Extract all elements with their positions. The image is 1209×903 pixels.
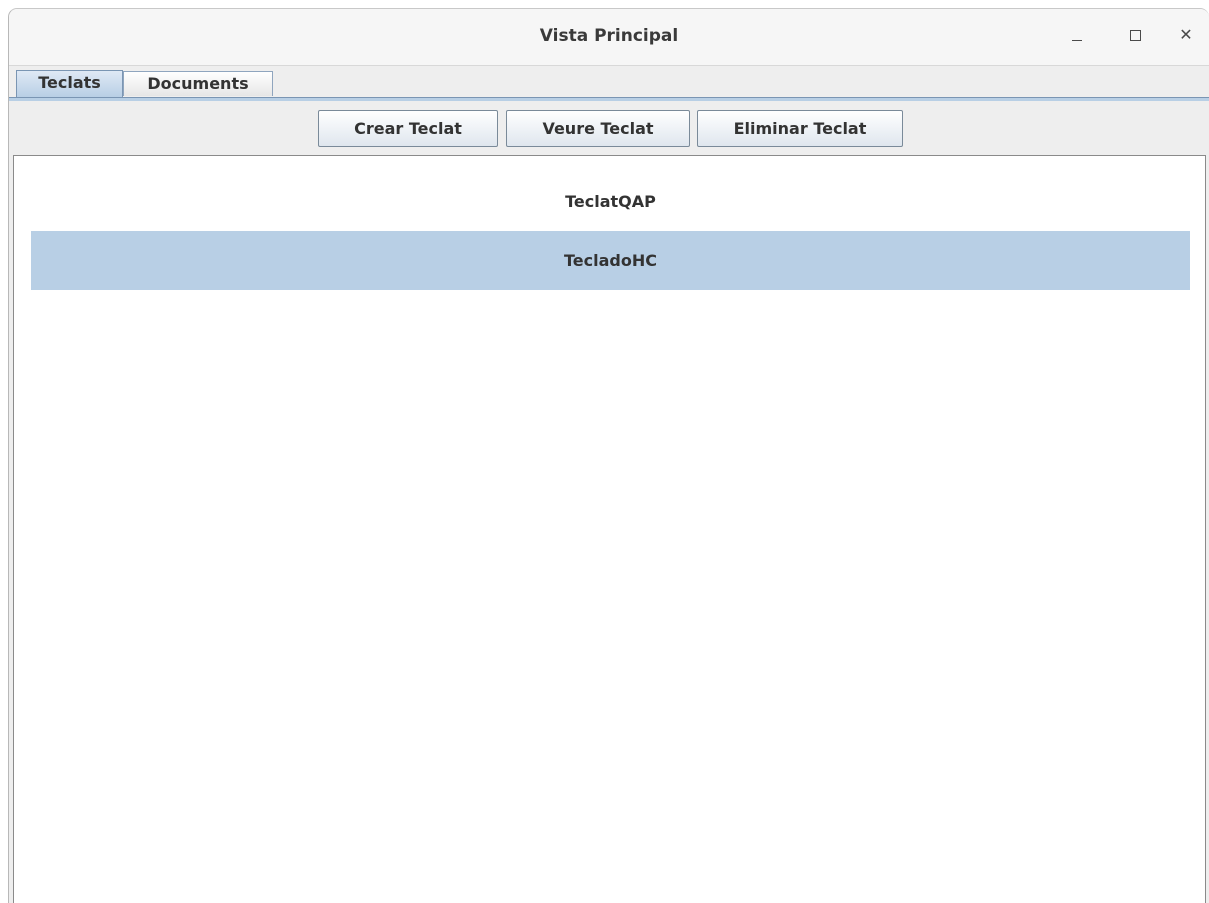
tab-teclats[interactable]: Teclats: [16, 70, 123, 97]
tab-label: Teclats: [38, 73, 101, 92]
toolbar: Crear Teclat Veure Teclat Eliminar Tecla…: [13, 101, 1205, 155]
delete-keyboard-button[interactable]: Eliminar Teclat: [697, 110, 903, 147]
list-item-tecladohc[interactable]: TecladoHC: [31, 231, 1190, 290]
list-item-teclatqap[interactable]: TeclatQAP: [31, 172, 1190, 231]
tab-strip: Teclats Documents: [9, 66, 1209, 97]
close-icon: ✕: [1179, 25, 1193, 44]
view-keyboard-button[interactable]: Veure Teclat: [506, 110, 690, 147]
minimize-button[interactable]: [1063, 21, 1091, 49]
window-title: Vista Principal: [539, 26, 679, 46]
minimize-icon: [1072, 40, 1082, 41]
title-bar[interactable]: Vista Principal ✕: [9, 9, 1209, 66]
main-window: Vista Principal ✕ Teclats Documents Crea…: [8, 8, 1209, 903]
maximize-button[interactable]: [1121, 21, 1149, 49]
tab-documents[interactable]: Documents: [123, 71, 273, 96]
maximize-icon: [1130, 30, 1141, 41]
tab-label: Documents: [147, 74, 249, 93]
create-keyboard-button[interactable]: Crear Teclat: [318, 110, 498, 147]
close-button[interactable]: ✕: [1172, 21, 1200, 49]
keyboard-list[interactable]: TeclatQAP TecladoHC: [13, 155, 1206, 903]
